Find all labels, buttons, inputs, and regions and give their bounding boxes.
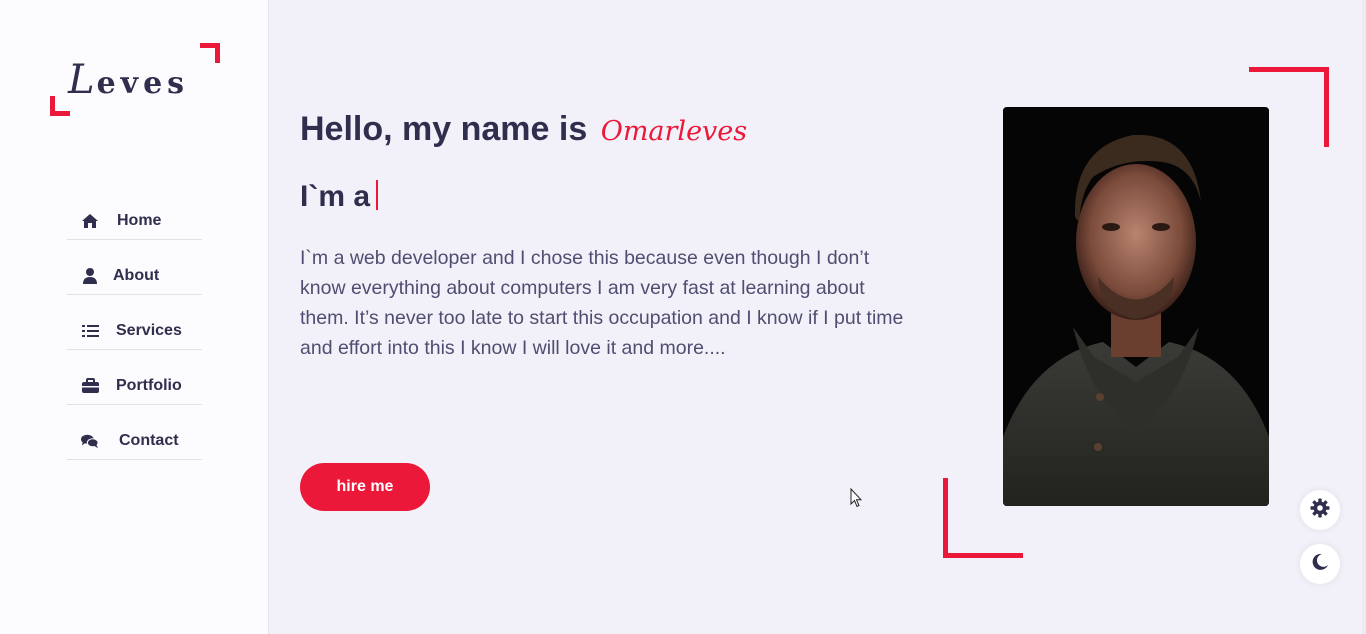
profile-photo [1003,107,1269,506]
briefcase-icon [81,377,99,395]
comments-icon [81,432,99,450]
list-icon [81,322,99,340]
nav-label: Services [116,321,182,339]
main-nav: Home About Services Portfolio Contact [67,202,202,477]
typing-text: I`m a [300,180,379,214]
settings-button[interactable] [1300,490,1340,530]
nav-label: Contact [119,431,179,449]
logo[interactable]: Leves [50,43,220,116]
mouse-pointer-icon [850,487,863,513]
theme-toggle-button[interactable] [1300,544,1340,584]
scrollbar[interactable] [1362,0,1366,634]
hero-headline: Hello, my name is Omarleves [300,110,747,149]
nav-item-services[interactable]: Services [67,312,202,350]
gear-icon [1310,498,1330,523]
typing-cursor [376,180,379,210]
sidebar: Leves Home About Services Portfolio Cont… [0,0,269,634]
nav-item-home[interactable]: Home [67,202,202,240]
hero-description: I`m a web developer and I chose this bec… [300,247,904,359]
user-icon [81,267,99,285]
greeting-text: Hello, my name is [300,110,588,148]
nav-item-about[interactable]: About [67,257,202,295]
hero-name: Omarleves [600,116,748,147]
home-icon [81,212,99,230]
nav-item-contact[interactable]: Contact [67,422,202,460]
logo-corner-decoration [50,96,70,116]
logo-corner-decoration [200,43,220,63]
nav-item-portfolio[interactable]: Portfolio [67,367,202,405]
moon-icon [1311,553,1329,576]
hire-me-button[interactable]: hire me [300,463,430,511]
nav-label: Home [117,211,162,229]
nav-label: Portfolio [116,376,182,394]
logo-text: Leves [68,57,190,103]
nav-label: About [113,266,160,284]
